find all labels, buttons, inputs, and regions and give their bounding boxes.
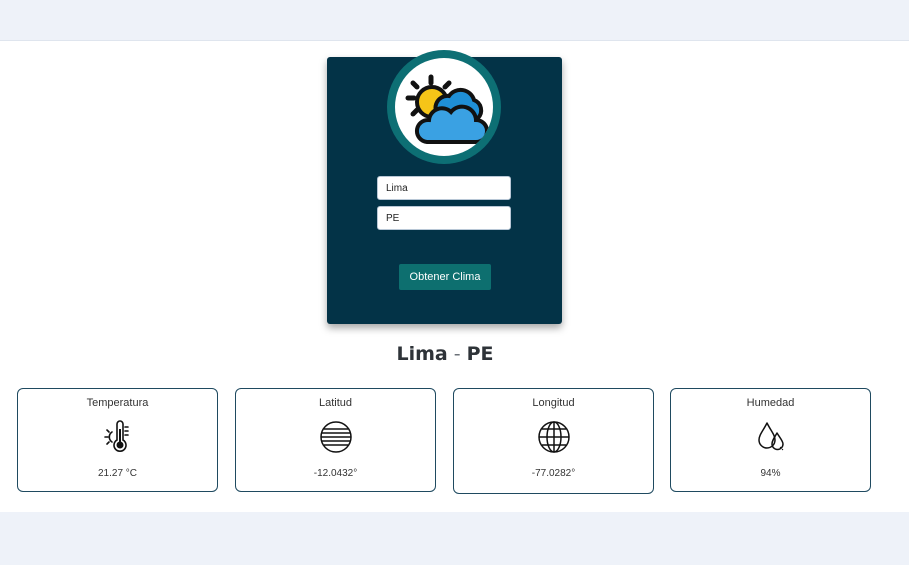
sun-cloud-icon <box>405 74 489 144</box>
latitude-globe-icon <box>319 421 352 453</box>
humidity-label: Humedad <box>746 397 795 409</box>
humidity-card: Humedad 94% <box>670 388 871 492</box>
temperature-value: 21.27 °C <box>97 468 138 479</box>
country-input[interactable] <box>377 206 511 230</box>
location-country: PE <box>466 343 494 365</box>
latitude-value: -12.0432° <box>313 468 358 479</box>
water-drops-icon <box>757 422 784 451</box>
humidity-value: 94% <box>760 468 781 479</box>
temperature-label: Temperatura <box>86 397 149 409</box>
city-input[interactable] <box>377 176 511 200</box>
bottom-bar <box>0 512 909 565</box>
weather-logo <box>387 50 501 164</box>
latitude-label: Latitud <box>318 397 353 409</box>
thermometer-icon <box>103 420 129 452</box>
location-separator: - <box>453 343 461 365</box>
top-bar <box>0 0 909 41</box>
longitude-card: Longitud -77.0282° <box>453 388 654 494</box>
temperature-card: Temperatura 21.27 °C <box>17 388 218 492</box>
location-title: Lima - PE <box>0 343 890 365</box>
location-city: Lima <box>396 343 448 365</box>
longitude-globe-icon <box>537 421 570 453</box>
longitude-value: -77.0282° <box>531 468 576 479</box>
latitude-card: Latitud -12.0432° <box>235 388 436 492</box>
longitude-label: Longitud <box>532 397 575 409</box>
get-weather-button[interactable]: Obtener Clima <box>399 264 491 290</box>
